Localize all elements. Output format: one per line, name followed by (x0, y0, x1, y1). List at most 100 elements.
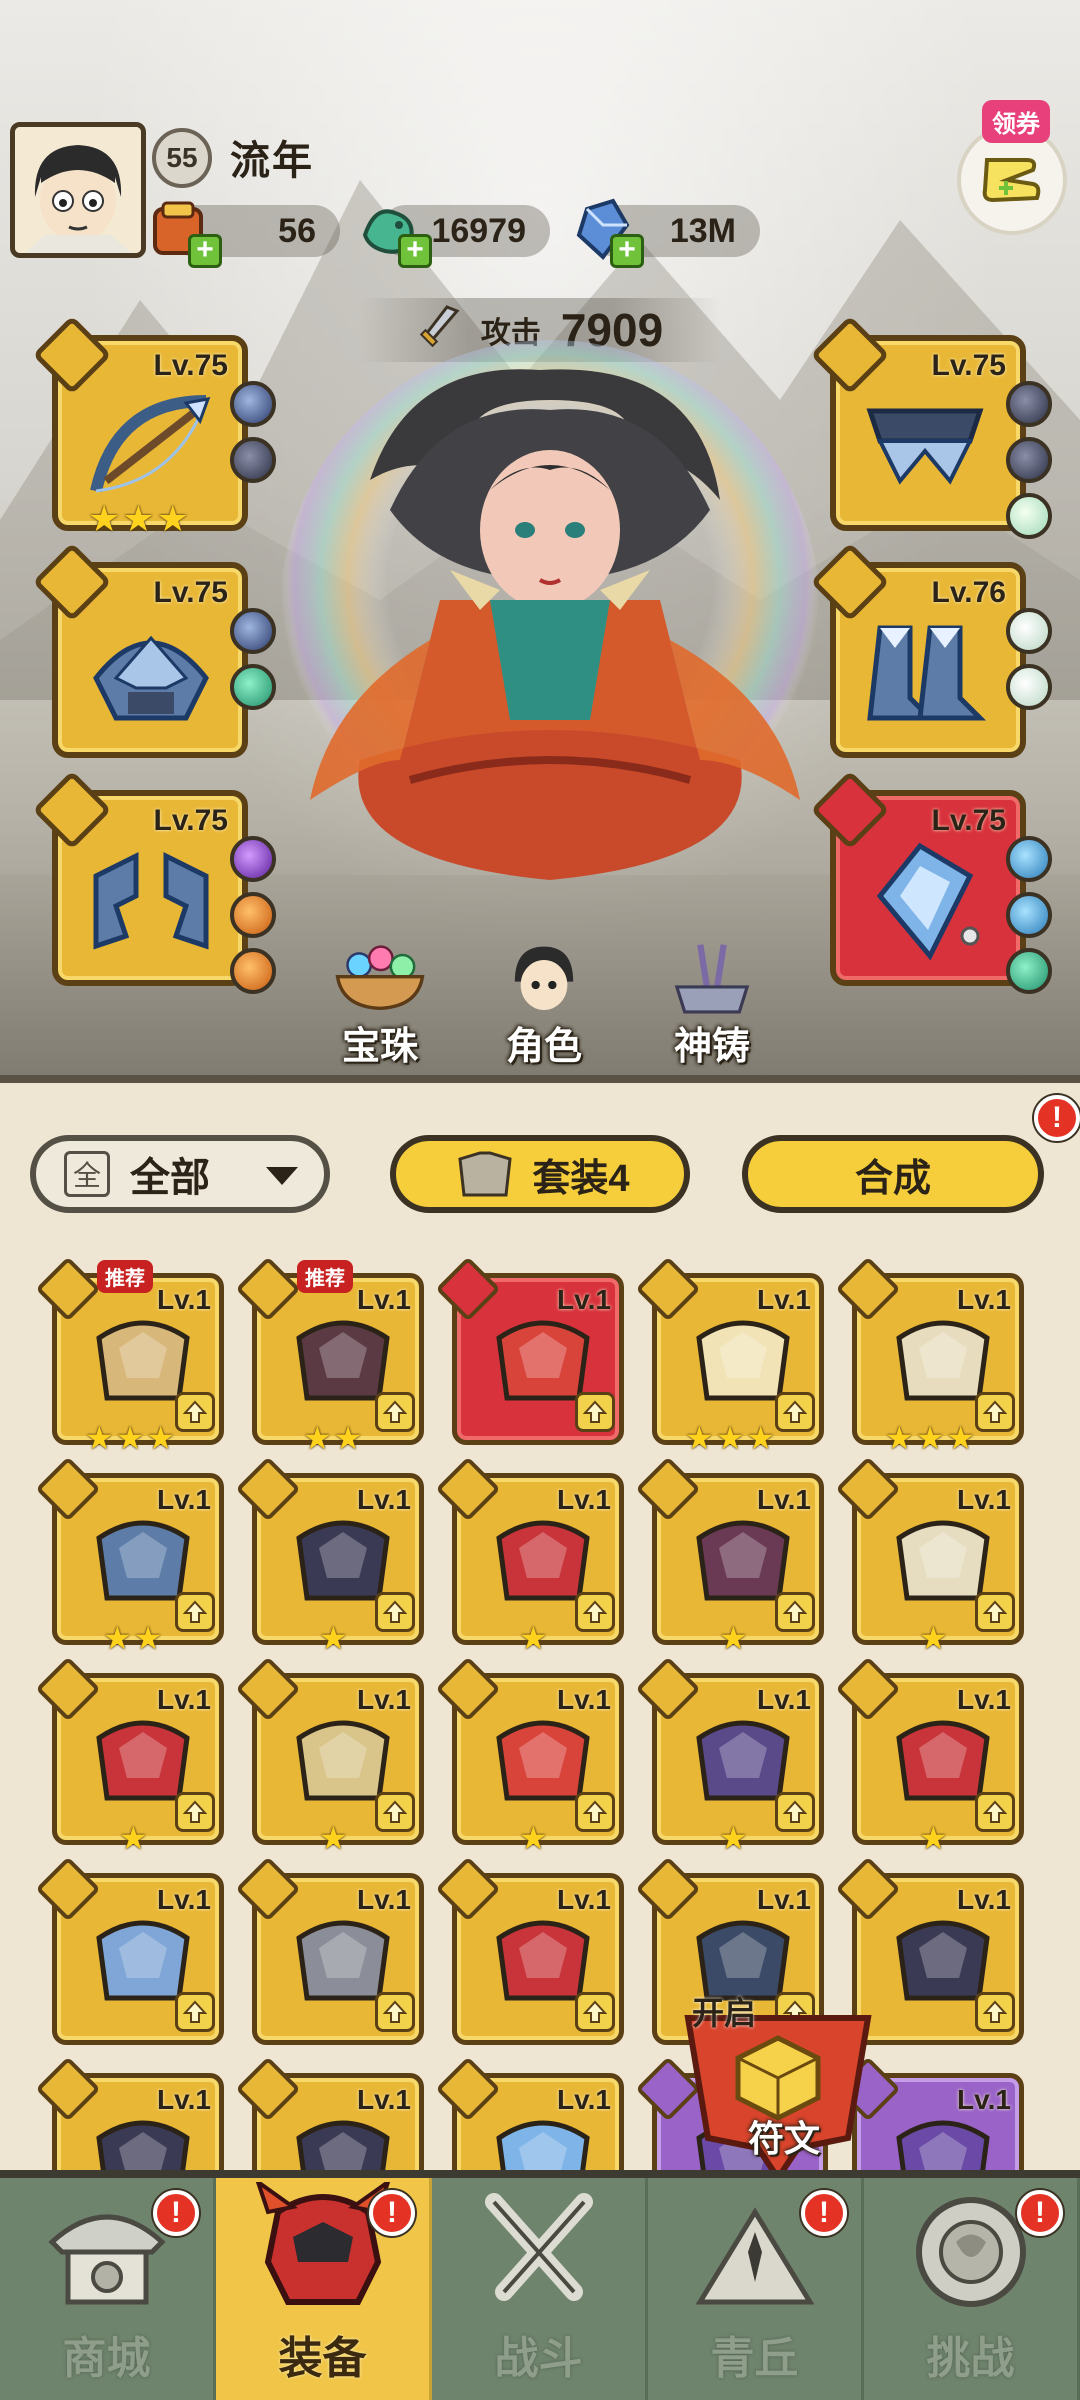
star-icon: ★ (915, 1420, 945, 1456)
orb-bowl-icon (335, 945, 425, 1011)
star-icon: ★ (746, 1420, 776, 1456)
star-rating: ★ (919, 1622, 948, 1654)
equip-slot-pants[interactable]: Lv.75 (810, 315, 1052, 539)
nav-qingqiu[interactable]: 青丘 ! (648, 2178, 864, 2400)
gem-socket-icon (230, 664, 276, 710)
player-avatar[interactable] (10, 122, 146, 258)
gem-socket-icon (230, 836, 276, 882)
coupon-tag: 领券 (982, 100, 1050, 143)
nav-shop-alert-icon: ! (153, 2190, 199, 2236)
divine-forge-button[interactable]: 神铸 (632, 940, 792, 1070)
gamepad-icon (982, 158, 1041, 203)
set-button[interactable]: 套装4 (390, 1135, 690, 1213)
inventory-item[interactable]: Lv.1 ★ (235, 1456, 424, 1654)
equip-slot-helmet[interactable]: Lv.75 (32, 542, 276, 758)
belt-icon (93, 851, 209, 950)
inventory-item[interactable]: Lv.1 ★ ★ ★ (635, 1256, 824, 1454)
bottom-navigation: 商城 ! 装备 ! 战斗 青丘 ! 挑战 ! (0, 2170, 1080, 2400)
inventory-item[interactable]: Lv.1 (235, 1856, 424, 2045)
nav-shop[interactable]: 商城 ! (0, 2178, 216, 2400)
upgrade-arrow-icon (375, 1392, 415, 1432)
pendant-icon (876, 842, 980, 961)
equip-slot-belt[interactable]: Lv.75 (32, 770, 276, 994)
inventory-item[interactable]: Lv.1 ★ (435, 1656, 624, 1854)
add-crystal-button[interactable]: + (610, 234, 644, 268)
rune-button[interactable]: 开启 符文 (678, 1988, 878, 2178)
gem-socket-icon (230, 892, 276, 938)
add-jade-button[interactable]: + (398, 234, 432, 268)
star-icon: ★ (519, 1820, 548, 1856)
blue-crystal-icon[interactable]: + (562, 190, 644, 270)
upgrade-arrow-icon (975, 1392, 1015, 1432)
coupon-button[interactable]: 领券 (952, 100, 1072, 235)
upgrade-arrow-icon (975, 1992, 1015, 2032)
orb-button[interactable]: 宝珠 (300, 940, 460, 1070)
jade-dragon-icon[interactable]: + (350, 190, 432, 270)
star-rating: ★ ★ (303, 1422, 362, 1454)
star-icon: ★ (333, 1420, 363, 1456)
panel-alert-icon: ! (1034, 1095, 1080, 1141)
character-button[interactable]: 角色 (464, 940, 624, 1070)
inventory-item[interactable]: Lv.1 ★ (35, 1656, 224, 1854)
filter-label: 全部 (130, 1156, 210, 1200)
inventory-item[interactable]: Lv.1 ★ ★ ★ (835, 1256, 1024, 1454)
equip-level: Lv.75 (153, 576, 229, 609)
star-icon: ★ (885, 1420, 914, 1456)
star-icon: ★ (946, 1420, 976, 1456)
scroll-bag-icon[interactable]: + (140, 190, 222, 270)
player-name: 流年 (230, 139, 314, 183)
compose-button[interactable]: 合成 (742, 1135, 1044, 1213)
divine-forge-label: 神铸 (673, 1026, 750, 1068)
character-icon (514, 946, 574, 1010)
nav-challenge-alert-icon: ! (1017, 2190, 1063, 2236)
recommend-tag: 推荐 (97, 1260, 153, 1293)
inventory-item[interactable]: Lv.1 (435, 1856, 624, 2045)
star-icon: ★ (685, 1420, 714, 1456)
inventory-item[interactable]: Lv.1 ★ (635, 1656, 824, 1854)
nav-challenge[interactable]: 挑战 ! (864, 2178, 1080, 2400)
inventory-item[interactable]: Lv.1 (35, 1856, 224, 2045)
nav-battle[interactable]: 战斗 (432, 2178, 648, 2400)
star-icon: ★ (115, 1420, 145, 1456)
waist-armor-icon (866, 408, 984, 485)
hero-character[interactable] (240, 340, 860, 940)
star-icon: ★ (719, 1620, 748, 1656)
equip-slot-weapon[interactable]: Lv.75 ★ ★ ★ (32, 315, 276, 537)
gem-socket-icon (1006, 381, 1052, 427)
equip-level: Lv.75 (153, 804, 229, 837)
upgrade-arrow-icon (375, 1992, 415, 2032)
gem-socket-icon (230, 608, 276, 654)
inventory-item[interactable]: Lv.1 ★ (435, 1456, 624, 1654)
inventory-item[interactable]: Lv.1 推荐 ★ ★ (235, 1256, 424, 1454)
nav-equipment[interactable]: 装备 ! (216, 2178, 432, 2400)
upgrade-arrow-icon (575, 1992, 615, 2032)
gem-socket-icon (1006, 664, 1052, 710)
inventory-item[interactable]: Lv.1 ★ (835, 1656, 1024, 1854)
player-portrait-icon (15, 127, 141, 253)
gem-socket-icon (230, 381, 276, 427)
nav-equipment-alert-icon: ! (369, 2190, 415, 2236)
filter-dropdown[interactable]: 全 全部 (30, 1135, 330, 1213)
equip-slot-boots[interactable]: Lv.76 (810, 542, 1052, 758)
inventory-item[interactable]: Lv.1 ★ ★ (35, 1456, 224, 1654)
add-scroll-button[interactable]: + (188, 234, 222, 268)
inventory-item[interactable]: Lv.1 (435, 1256, 624, 1445)
star-rating: ★ (119, 1822, 148, 1854)
upgrade-arrow-icon (175, 1992, 215, 2032)
inventory-item[interactable]: Lv.1 ★ (835, 1456, 1024, 1654)
inventory-item[interactable]: Lv.1 ★ (235, 1656, 424, 1854)
upgrade-arrow-icon (575, 1392, 615, 1432)
inventory-item[interactable]: Lv.1 ★ (635, 1456, 824, 1654)
inventory-panel: ! 全 全部 套装4 合成 Lv.1 推荐 ★ ★ ★ Lv.1 推荐 ★ ★ Lv.1 Lv.1 ★… (0, 1075, 1080, 2245)
upgrade-arrow-icon (375, 1592, 415, 1632)
star-rating: ★ ★ ★ (85, 1422, 175, 1454)
gem-socket-icon (1006, 493, 1052, 539)
equip-slot-amulet[interactable]: Lv.75 (810, 770, 1052, 994)
star-icon: ★ (319, 1620, 348, 1656)
inventory-item[interactable]: Lv.1 推荐 ★ ★ ★ (35, 1256, 224, 1454)
star-rating: ★ ★ ★ (885, 1422, 975, 1454)
star-icon: ★ (85, 1420, 114, 1456)
equip-level: Lv.75 (931, 804, 1007, 837)
recommend-tag: 推荐 (297, 1260, 353, 1293)
star-rating: ★ ★ ★ (685, 1422, 775, 1454)
